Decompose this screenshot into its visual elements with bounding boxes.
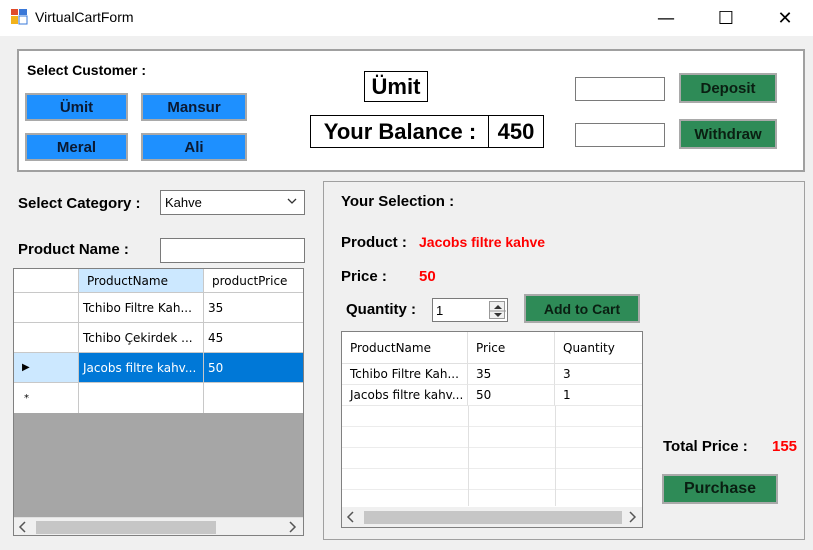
your-selection-heading: Your Selection :: [341, 193, 455, 210]
window-title: VirtualCartForm: [35, 9, 134, 25]
new-row-cell[interactable]: [79, 383, 204, 413]
select-customer-label: Select Customer :: [27, 62, 147, 78]
product-name-label: Product Name :: [18, 241, 129, 258]
cart-cell-quantity[interactable]: 3: [555, 364, 642, 385]
price-label: Price :: [341, 268, 387, 285]
minimize-button[interactable]: —: [642, 0, 690, 36]
scroll-right-icon[interactable]: [287, 520, 297, 535]
selected-row-indicator-icon[interactable]: ▶: [14, 353, 79, 383]
column-header-productprice[interactable]: productPrice: [204, 269, 303, 293]
product-cell-price[interactable]: 35: [204, 293, 303, 323]
app-form-icon: [11, 9, 28, 25]
product-name-input[interactable]: [160, 238, 305, 263]
selected-customer-name: Ümit: [364, 71, 428, 102]
column-header-productname[interactable]: ProductName: [79, 269, 204, 293]
product-cell-name-selected[interactable]: Jacobs filtre kahv...: [79, 353, 204, 383]
stepper-buttons[interactable]: [489, 301, 506, 319]
cart-cell-quantity[interactable]: 1: [555, 385, 642, 406]
product-grid: ProductName productPrice Tchibo Filtre K…: [13, 268, 304, 536]
cart-cell-name[interactable]: Tchibo Filtre Kah...: [342, 364, 468, 385]
selected-product-value: Jacobs filtre kahve: [419, 234, 546, 250]
cart-cell-price[interactable]: 50: [468, 385, 555, 406]
total-price-label: Total Price :: [663, 438, 748, 455]
cart-column-header-price[interactable]: Price: [468, 332, 555, 364]
category-dropdown[interactable]: Kahve: [160, 190, 305, 215]
row-header[interactable]: [14, 323, 79, 353]
customer-button-meral[interactable]: Meral: [25, 133, 128, 161]
scroll-right-icon[interactable]: [627, 510, 637, 527]
product-cell-price[interactable]: 45: [204, 323, 303, 353]
purchase-button[interactable]: Purchase: [662, 474, 778, 504]
quantity-stepper[interactable]: 1: [432, 298, 508, 322]
customer-button-umit[interactable]: Ümit: [25, 93, 128, 121]
quantity-label: Quantity :: [346, 301, 416, 318]
quantity-value: 1: [436, 302, 444, 318]
scroll-thumb[interactable]: [36, 521, 216, 534]
cart-column-divider: [468, 406, 469, 506]
withdraw-button[interactable]: Withdraw: [679, 119, 777, 149]
customer-button-mansur[interactable]: Mansur: [141, 93, 247, 121]
total-price-value: 155: [772, 438, 798, 455]
cart-cell-name[interactable]: Jacobs filtre kahv...: [342, 385, 468, 406]
cart-column-header-productname[interactable]: ProductName: [342, 332, 468, 364]
chevron-down-icon: [286, 195, 298, 210]
select-category-label: Select Category :: [18, 195, 141, 212]
product-cell-name[interactable]: Tchibo Filtre Kah...: [79, 293, 204, 323]
cart-column-divider: [555, 406, 556, 506]
cart-column-header-quantity[interactable]: Quantity: [555, 332, 642, 364]
grid-row-header-corner: [14, 269, 79, 293]
close-button[interactable]: ✕: [761, 0, 809, 36]
selected-price-value: 50: [419, 268, 436, 285]
scroll-left-icon[interactable]: [18, 520, 28, 535]
cart-cell-price[interactable]: 35: [468, 364, 555, 385]
cart-grid-scrollbar[interactable]: [342, 507, 642, 527]
maximize-button[interactable]: ☐: [702, 0, 750, 36]
cart-empty-rows: [342, 406, 642, 506]
product-cell-name[interactable]: Tchibo Çekirdek ...: [79, 323, 204, 353]
product-cell-price-selected[interactable]: 50: [204, 353, 303, 383]
customer-button-ali[interactable]: Ali: [141, 133, 247, 161]
scroll-thumb[interactable]: [364, 511, 622, 524]
scroll-left-icon[interactable]: [346, 510, 356, 527]
product-label: Product :: [341, 234, 407, 251]
product-grid-scrollbar[interactable]: [14, 517, 303, 535]
balance-label: Your Balance :: [310, 115, 489, 148]
cart-grid: ProductName Price Quantity Tchibo Filtre…: [341, 331, 643, 528]
deposit-amount-input[interactable]: [575, 77, 665, 101]
new-row-cell[interactable]: [204, 383, 303, 413]
withdraw-amount-input[interactable]: [575, 123, 665, 147]
category-dropdown-value: Kahve: [165, 195, 202, 210]
balance-value: 450: [488, 115, 544, 148]
new-row-marker-icon[interactable]: *: [14, 383, 79, 413]
add-to-cart-button[interactable]: Add to Cart: [524, 294, 640, 323]
deposit-button[interactable]: Deposit: [679, 73, 777, 103]
row-header[interactable]: [14, 293, 79, 323]
